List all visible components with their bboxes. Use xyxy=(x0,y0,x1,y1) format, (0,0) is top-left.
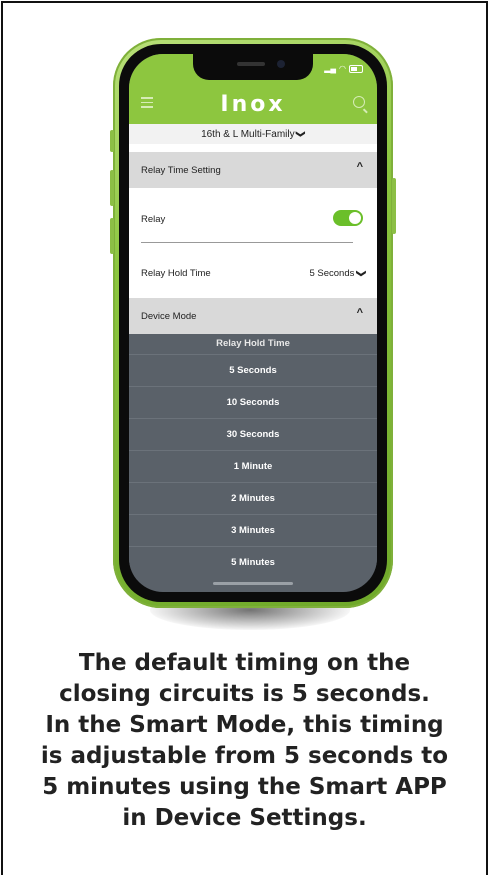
phone-screen: Inox ▂▄ ◠ 16th & L Multi-Family ❯ Relay … xyxy=(129,54,377,592)
volume-down-button xyxy=(110,218,114,254)
picker-option[interactable]: 2 Minutes xyxy=(129,482,377,514)
device-mode-title: Device Mode xyxy=(141,311,197,322)
relay-hold-time-label: Relay Hold Time xyxy=(141,268,211,279)
notch xyxy=(193,54,313,80)
status-bar: ▂▄ ◠ xyxy=(324,64,363,73)
picker-option[interactable]: 3 Minutes xyxy=(129,514,377,546)
device-mode-section-header[interactable]: Device Mode ^ xyxy=(129,298,377,334)
site-selector[interactable]: 16th & L Multi-Family ❯ xyxy=(129,124,377,144)
relay-hold-time-value: 5 Seconds xyxy=(309,268,355,279)
relay-label: Relay xyxy=(141,214,166,225)
chevron-up-icon: ^ xyxy=(356,161,363,173)
volume-up-button xyxy=(110,170,114,206)
inox-logo: Inox xyxy=(220,92,286,117)
divider xyxy=(141,242,353,243)
picker-option[interactable]: 1 Minute xyxy=(129,450,377,482)
picker-title: Relay Hold Time xyxy=(216,338,290,349)
signal-icon: ▂▄ xyxy=(324,64,337,73)
chevron-down-icon: ❯ xyxy=(296,130,307,138)
search-icon[interactable] xyxy=(353,96,365,108)
relay-toggle[interactable] xyxy=(333,210,363,226)
relay-hold-time-picker: Relay Hold Time 5 Seconds 10 Seconds 30 … xyxy=(129,334,377,580)
caption-line: 5 minutes using the Smart APP xyxy=(42,774,447,800)
front-camera xyxy=(277,60,285,68)
picker-option[interactable]: 30 Seconds xyxy=(129,418,377,450)
relay-section-header[interactable]: Relay Time Setting ^ xyxy=(129,152,377,188)
wifi-icon: ◠ xyxy=(339,64,346,73)
relay-section-title: Relay Time Setting xyxy=(141,165,221,176)
caption-line: closing circuits is 5 seconds. xyxy=(59,681,430,707)
mute-switch xyxy=(110,130,114,152)
chevron-down-icon: ❯ xyxy=(355,269,367,278)
phone-bezel: Inox ▂▄ ◠ 16th & L Multi-Family ❯ Relay … xyxy=(119,44,387,602)
relay-settings-panel: Relay Relay Hold Time 5 Seconds ❯ xyxy=(129,188,377,298)
caption-line: The default timing on the xyxy=(78,650,411,676)
caption-line: is adjustable from 5 seconds to xyxy=(40,743,449,769)
picker-option[interactable]: 10 Seconds xyxy=(129,386,377,418)
speaker-grille xyxy=(237,62,265,66)
caption-line: In the Smart Mode, this timing xyxy=(45,712,444,738)
power-button xyxy=(392,178,396,234)
picker-option[interactable]: 5 Seconds xyxy=(129,354,377,386)
caption-line: in Device Settings. xyxy=(122,805,367,831)
caption: The default timing on the closing circui… xyxy=(2,648,487,834)
phone-mockup: Inox ▂▄ ◠ 16th & L Multi-Family ❯ Relay … xyxy=(110,38,396,608)
picker-option[interactable]: 5 Minutes xyxy=(129,546,377,578)
home-indicator xyxy=(213,582,293,585)
spacer xyxy=(129,144,377,152)
toggle-knob xyxy=(349,212,361,224)
relay-hold-time-select[interactable]: 5 Seconds ❯ xyxy=(309,268,367,279)
chevron-up-icon: ^ xyxy=(356,307,363,319)
site-name: 16th & L Multi-Family xyxy=(201,129,295,140)
battery-icon xyxy=(349,64,363,73)
